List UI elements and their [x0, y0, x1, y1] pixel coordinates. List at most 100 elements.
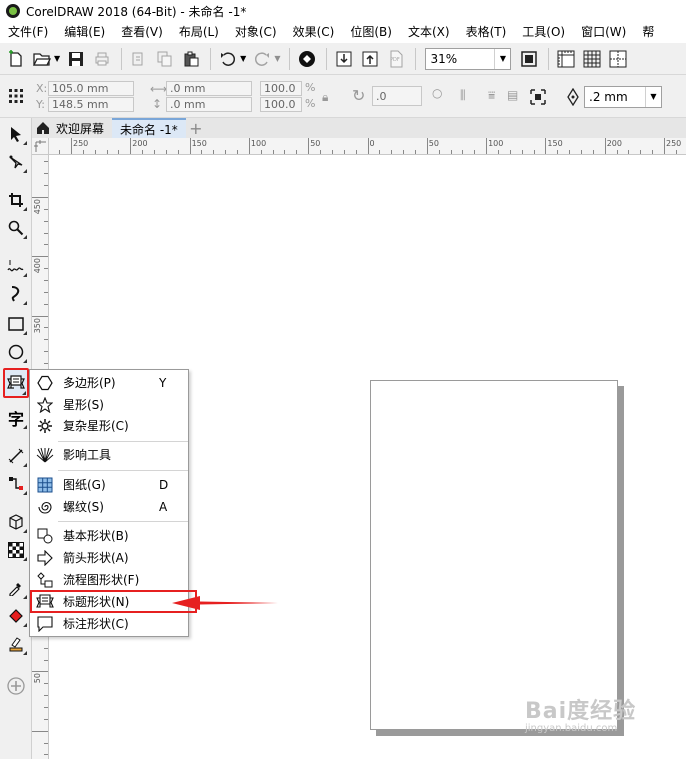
menu-object[interactable]: 对象(C): [227, 22, 285, 43]
menu-window[interactable]: 窗口(W): [573, 22, 634, 43]
lock-ratio-icon[interactable]: 🔒︎: [322, 90, 328, 105]
menu-file[interactable]: 文件(F): [0, 22, 56, 43]
y-position-field[interactable]: 148.5 mm: [48, 97, 134, 112]
import-button[interactable]: [332, 47, 356, 71]
ruler-label: 350: [33, 317, 42, 333]
open-recent-dropdown[interactable]: ▼: [54, 54, 60, 63]
add-tool-button[interactable]: [4, 674, 28, 698]
interactive-fill-tool-button[interactable]: [4, 604, 28, 628]
flyout-item-flowchart-shapes[interactable]: 流程图形状(F): [31, 569, 188, 590]
menu-view[interactable]: 查看(V): [113, 22, 171, 43]
smart-fill-tool-button[interactable]: [4, 632, 28, 656]
connector-tool-button[interactable]: [4, 472, 28, 496]
crop-tool-button[interactable]: [4, 188, 28, 212]
ruler-tick: [44, 220, 48, 222]
height-field[interactable]: .0 mm: [166, 97, 252, 112]
polygon-icon: [37, 375, 53, 390]
undo-dropdown[interactable]: ▼: [240, 54, 246, 63]
paste-button[interactable]: [179, 47, 203, 71]
menu-layout[interactable]: 布局(L): [171, 22, 227, 43]
full-screen-button[interactable]: [517, 47, 541, 71]
freehand-icon: [7, 260, 24, 272]
mirror-vertical-icon[interactable]: ⩸: [488, 88, 495, 103]
menu-text[interactable]: 文本(X): [400, 22, 458, 43]
show-guidelines-button[interactable]: [606, 47, 630, 71]
print-button[interactable]: [90, 47, 114, 71]
menu-effects[interactable]: 效果(C): [285, 22, 343, 43]
flyout-item-polygon[interactable]: 多边形(P) Y: [31, 372, 188, 393]
redo-button[interactable]: [250, 47, 274, 71]
mirror-horizontal-icon[interactable]: ⫼: [460, 88, 466, 103]
parallel-dimension-tool-button[interactable]: [4, 444, 28, 468]
ruler-origin-corner[interactable]: [32, 138, 49, 155]
copy-button[interactable]: [153, 47, 177, 71]
text-wrap-icon[interactable]: ▤: [507, 88, 518, 102]
wrap-text-icon[interactable]: [528, 87, 548, 107]
spiral-icon: [38, 501, 52, 514]
scale-x-field[interactable]: 100.0: [260, 81, 302, 96]
menu-bitmaps[interactable]: 位图(B): [342, 22, 400, 43]
save-button[interactable]: [64, 47, 88, 71]
corel-connect-icon: [299, 50, 316, 67]
width-field[interactable]: .0 mm: [166, 81, 252, 96]
tab-current-document[interactable]: 未命名 -1*: [112, 118, 186, 138]
flyout-item-impact-tool[interactable]: 影响工具: [31, 444, 188, 465]
new-tab-button[interactable]: +: [186, 118, 206, 138]
cut-button[interactable]: [127, 47, 151, 71]
show-rulers-button[interactable]: [554, 47, 578, 71]
object-shapes-tool-button[interactable]: [3, 368, 29, 398]
ruler-tick: [616, 150, 618, 154]
coreldraw-logo-icon: [6, 4, 20, 18]
shape-tool-button[interactable]: [4, 150, 28, 174]
outline-width-input[interactable]: [585, 90, 645, 104]
transparency-tool-button[interactable]: [4, 538, 28, 562]
ellipse-tool-button[interactable]: [4, 340, 28, 364]
flyout-item-spiral[interactable]: 螺纹(S) A: [31, 496, 188, 517]
menu-edit[interactable]: 编辑(E): [56, 22, 113, 43]
outline-width-combobox[interactable]: ▼: [584, 86, 662, 108]
horizontal-ruler[interactable]: 250 200 150 100 50 0 50 100 150 200 250: [49, 138, 686, 155]
ruler-tick: [509, 150, 511, 154]
export-button[interactable]: [358, 47, 382, 71]
document-page[interactable]: [370, 380, 618, 730]
zoom-tool-button[interactable]: [4, 216, 28, 240]
interactive-effects-tool-button[interactable]: [4, 510, 28, 534]
menu-help[interactable]: 帮: [634, 22, 662, 43]
flyout-item-callout-shapes[interactable]: 标注形状(C): [31, 613, 188, 634]
rotation-angle-field[interactable]: .0: [372, 86, 422, 106]
pick-tool-button[interactable]: [4, 122, 28, 146]
zoom-level-input[interactable]: [426, 51, 495, 66]
flyout-item-complex-star[interactable]: 复杂星形(C): [31, 415, 188, 436]
ruler-tick: [44, 363, 48, 365]
publish-pdf-button[interactable]: PDF: [384, 47, 408, 71]
zoom-magnifier-icon: [8, 220, 24, 236]
menu-tools[interactable]: 工具(O): [514, 22, 573, 43]
ruler-tick: [44, 173, 48, 175]
rectangle-tool-button[interactable]: [4, 312, 28, 336]
eyedropper-tool-button[interactable]: [4, 576, 28, 600]
new-document-button[interactable]: [4, 47, 28, 71]
menu-separator: [58, 521, 188, 522]
tab-welcome-screen[interactable]: 欢迎屏幕: [32, 118, 113, 138]
open-button[interactable]: [30, 47, 54, 71]
zoom-level-combobox[interactable]: ▼: [425, 47, 512, 70]
redo-dropdown[interactable]: ▼: [274, 54, 280, 63]
ruler-tick: [462, 150, 464, 154]
artistic-media-tool-button[interactable]: [4, 282, 28, 306]
scale-y-field[interactable]: 100.0: [260, 97, 302, 112]
chevron-down-icon[interactable]: ▼: [645, 87, 661, 107]
flyout-item-basic-shapes[interactable]: 基本形状(B): [31, 525, 188, 546]
flyout-item-star[interactable]: 星形(S): [31, 394, 188, 415]
show-grid-button[interactable]: [580, 47, 604, 71]
flyout-item-graph-paper[interactable]: 图纸(G) D: [31, 474, 188, 495]
x-position-field[interactable]: 105.0 mm: [48, 81, 134, 96]
freehand-tool-button[interactable]: [4, 254, 28, 278]
flyout-item-arrow-shapes[interactable]: 箭头形状(A): [31, 547, 188, 568]
text-tool-button[interactable]: 字: [4, 406, 28, 430]
undo-button[interactable]: [216, 47, 240, 71]
ruler-tick: [44, 683, 48, 685]
menu-table[interactable]: 表格(T): [458, 22, 515, 43]
search-content-button[interactable]: [295, 47, 319, 71]
chevron-down-icon[interactable]: ▼: [494, 48, 510, 69]
ruler-tick: [438, 150, 440, 154]
